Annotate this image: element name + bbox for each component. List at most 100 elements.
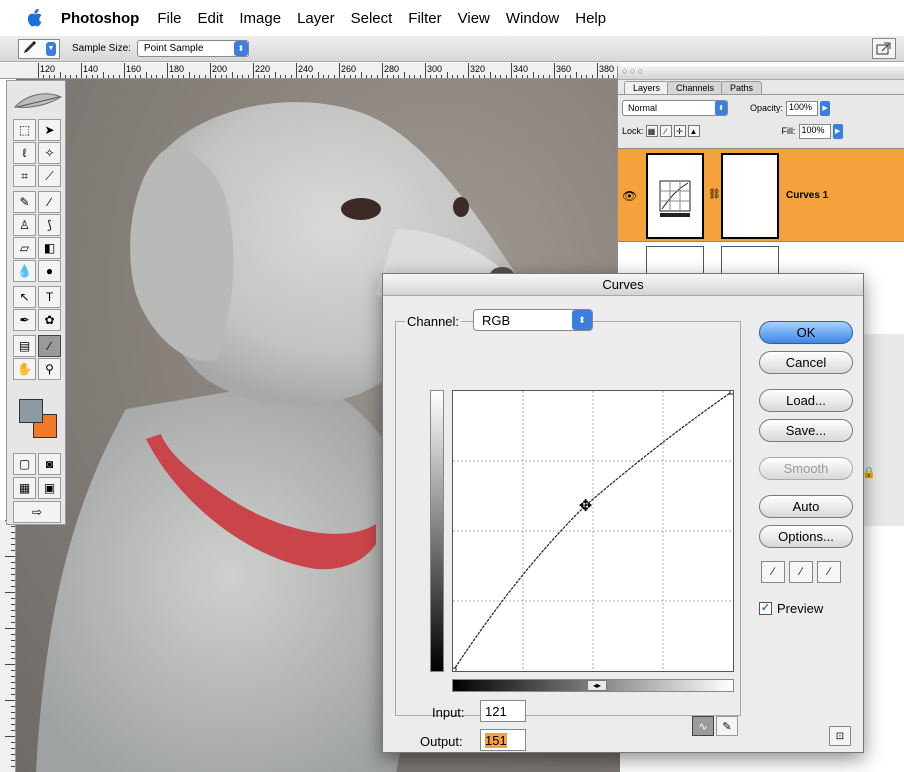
menu-layer[interactable]: Layer xyxy=(297,10,335,27)
checkbox-icon[interactable]: ✓ xyxy=(759,602,772,615)
curves-graph[interactable]: ✥ xyxy=(449,387,737,675)
magic-wand-tool-icon[interactable]: ✧ xyxy=(38,142,61,164)
menu-image[interactable]: Image xyxy=(239,10,281,27)
blend-mode-select[interactable]: Normal ⬍ xyxy=(622,100,728,116)
fill-slider-button[interactable]: ▶ xyxy=(832,123,843,139)
hand-tool-icon[interactable]: ✋ xyxy=(13,358,36,380)
lock-position-icon[interactable]: ✛ xyxy=(673,125,686,137)
tab-channels[interactable]: Channels xyxy=(667,81,724,94)
load-button[interactable]: Load... xyxy=(759,389,853,412)
curve-point-handle[interactable] xyxy=(449,667,457,675)
menu-file[interactable]: File xyxy=(157,10,181,27)
lock-all-icon[interactable]: ▲ xyxy=(687,125,700,137)
ruler-tick xyxy=(478,75,480,78)
jump-to-imageready-icon[interactable]: ⇨ xyxy=(13,501,61,523)
menu-filter[interactable]: Filter xyxy=(408,10,441,27)
full-screen-mode-icon[interactable]: ▣ xyxy=(38,477,61,499)
ruler-tick xyxy=(231,72,233,78)
menu-help[interactable]: Help xyxy=(575,10,606,27)
preview-checkbox[interactable]: ✓ Preview xyxy=(759,601,823,616)
notes-tool-icon[interactable]: ▤ xyxy=(13,335,36,357)
ruler-tick xyxy=(344,75,346,78)
tool-preset-picker[interactable]: ▼ xyxy=(18,38,60,59)
ruler-label: 120 xyxy=(40,64,56,74)
fill-input[interactable]: 100% xyxy=(798,123,831,139)
quick-mask-mode-icon[interactable]: ◙ xyxy=(38,453,61,475)
menu-edit[interactable]: Edit xyxy=(198,10,224,27)
gradient-tool-icon[interactable]: ◧ xyxy=(38,237,61,259)
link-icon[interactable]: ⛓ xyxy=(708,189,721,200)
zoom-tool-icon[interactable]: ⚲ xyxy=(38,358,61,380)
cancel-button[interactable]: Cancel xyxy=(759,351,853,374)
ruler-tick xyxy=(226,75,228,78)
curves-adjustment-thumbnail[interactable] xyxy=(646,153,704,239)
ruler-tick xyxy=(11,676,15,677)
save-button[interactable]: Save... xyxy=(759,419,853,442)
output-field[interactable]: 151 xyxy=(480,729,526,751)
crop-tool-icon[interactable]: ⌗ xyxy=(13,165,36,187)
blend-mode-value: Normal xyxy=(628,103,658,113)
gray-point-eyedropper-icon[interactable]: ∕ xyxy=(789,561,813,583)
ruler-tick xyxy=(210,63,211,78)
menu-select[interactable]: Select xyxy=(351,10,393,27)
feather-icon[interactable] xyxy=(13,87,63,115)
blur-tool-icon[interactable]: 💧 xyxy=(13,260,36,282)
clone-stamp-tool-icon[interactable]: ♙ xyxy=(13,214,36,236)
apple-icon[interactable] xyxy=(25,8,43,28)
layer-row-curves[interactable]: 👁 ⛓ Curves 1 xyxy=(618,148,904,242)
history-brush-tool-icon[interactable]: ⟆ xyxy=(38,214,61,236)
type-tool-icon[interactable]: T xyxy=(38,286,61,308)
channel-select[interactable]: RGB ⬍ xyxy=(473,309,593,331)
marquee-tool-icon[interactable]: ⬚ xyxy=(13,119,36,141)
curve-point-icon[interactable]: ∿ xyxy=(692,716,714,736)
tab-paths[interactable]: Paths xyxy=(721,81,763,94)
path-selection-tool-icon[interactable]: ↖ xyxy=(13,286,36,308)
ruler-label: 240 xyxy=(298,64,314,74)
lock-image-icon[interactable]: ∕ xyxy=(659,125,672,137)
slice-tool-icon[interactable]: ⟋ xyxy=(38,165,61,187)
tool-row: ✋ ⚲ xyxy=(13,358,61,380)
ruler-tick xyxy=(236,75,238,78)
black-point-eyedropper-icon[interactable]: ∕ xyxy=(761,561,785,583)
foreground-color-swatch[interactable] xyxy=(19,399,43,423)
ruler-tick xyxy=(38,63,39,78)
menu-app-photoshop[interactable]: Photoshop xyxy=(61,10,139,27)
ruler-label: 320 xyxy=(470,64,486,74)
resize-icon[interactable]: ⊡ xyxy=(829,726,851,746)
brush-tool-icon[interactable]: ∕ xyxy=(38,191,61,213)
layer-mask-thumbnail[interactable] xyxy=(721,153,779,239)
menu-window[interactable]: Window xyxy=(506,10,559,27)
menu-view[interactable]: View xyxy=(458,10,490,27)
ok-button[interactable]: OK xyxy=(759,321,853,344)
curve-point-handle[interactable] xyxy=(729,387,737,395)
ruler-tick xyxy=(613,75,615,78)
pencil-icon[interactable]: ✎ xyxy=(716,716,738,736)
move-tool-icon[interactable]: ➤ xyxy=(38,119,61,141)
curve-point-handle[interactable]: ✥ xyxy=(579,496,592,515)
healing-brush-tool-icon[interactable]: ✎ xyxy=(13,191,36,213)
standard-mode-icon[interactable]: ▢ xyxy=(13,453,36,475)
smooth-button[interactable]: Smooth xyxy=(759,457,853,480)
pen-tool-icon[interactable]: ✒ xyxy=(13,309,36,331)
lock-transparency-icon[interactable]: ▦ xyxy=(645,125,658,137)
custom-shape-tool-icon[interactable]: ✿ xyxy=(38,309,61,331)
ruler-tick xyxy=(11,586,15,587)
options-button[interactable]: Options... xyxy=(759,525,853,548)
palette-well-icon[interactable] xyxy=(872,38,896,59)
eraser-tool-icon[interactable]: ▱ xyxy=(13,237,36,259)
screen-mode-icon[interactable]: ▦ xyxy=(13,477,36,499)
eyedropper-tool-icon[interactable]: ∕ xyxy=(38,335,61,357)
gradient-toggle-handle[interactable]: ◂▸ xyxy=(587,680,607,691)
tab-layers[interactable]: Layers xyxy=(624,81,670,94)
sample-size-select[interactable]: Point Sample ⬍ xyxy=(136,40,249,57)
eye-icon[interactable]: 👁 xyxy=(622,189,637,203)
white-point-eyedropper-icon[interactable]: ∕ xyxy=(817,561,841,583)
dodge-tool-icon[interactable]: ● xyxy=(38,260,61,282)
opacity-slider-button[interactable]: ▶ xyxy=(820,100,831,116)
layer-name[interactable]: Curves 1 xyxy=(786,190,828,201)
opacity-input[interactable]: 100% xyxy=(786,100,819,116)
auto-button[interactable]: Auto xyxy=(759,495,853,518)
input-field[interactable]: 121 xyxy=(480,700,526,722)
lasso-tool-icon[interactable]: ℓ xyxy=(13,142,36,164)
ruler-tick xyxy=(11,658,15,659)
